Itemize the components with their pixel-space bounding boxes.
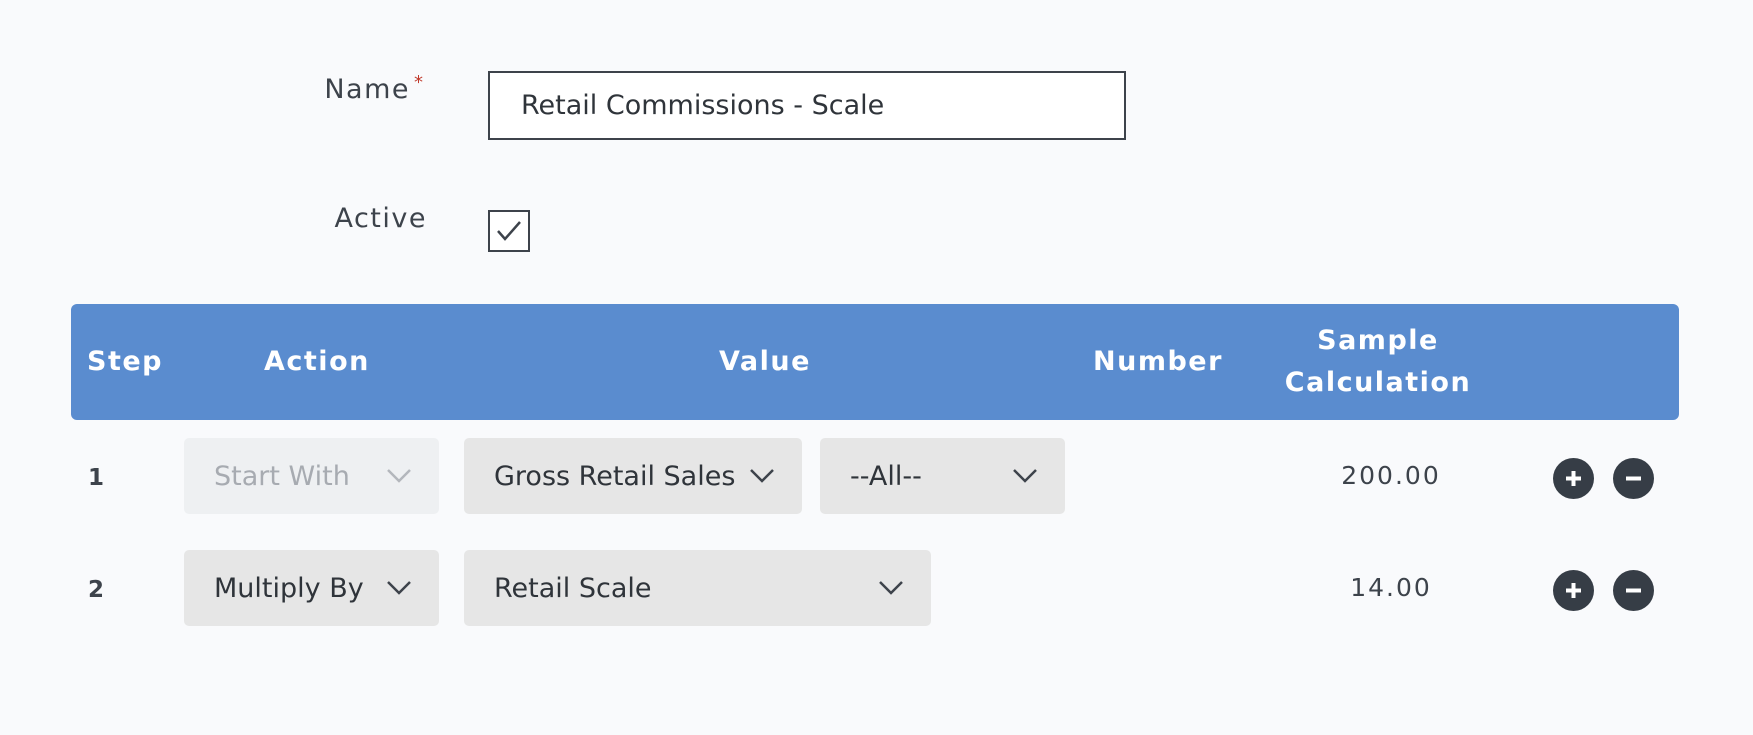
plus-icon [1566,583,1581,598]
step-number: 1 [88,465,106,491]
header-value: Value [719,346,811,377]
chevron-down-icon [387,469,411,483]
sample-calculation-value: 200.00 [1341,461,1441,490]
value-filter-value: --All-- [850,460,922,492]
header-sample-line1: Sample [1317,325,1439,356]
name-label: Name * [324,72,423,105]
add-step-button[interactable] [1553,458,1594,499]
minus-icon [1626,588,1641,593]
table-header: Step Action Value Number Sample Calculat… [71,304,1679,420]
active-checkbox[interactable] [488,210,530,252]
header-number: Number [1093,346,1223,377]
plus-icon [1566,471,1581,486]
value-select[interactable]: Retail Scale [464,550,931,626]
value-filter-select[interactable]: --All-- [820,438,1065,514]
sample-calculation-value: 14.00 [1350,573,1432,602]
value-select[interactable]: Gross Retail Sales [464,438,802,514]
action-select-value: Multiply By [214,572,364,604]
value-select-value: Gross Retail Sales [494,460,736,492]
action-select-value: Start With [214,460,350,492]
chevron-down-icon [750,469,774,483]
checkmark-icon [497,221,521,241]
header-action: Action [264,346,370,377]
chevron-down-icon [879,581,903,595]
name-input[interactable] [488,71,1126,140]
required-marker: * [414,72,423,93]
chevron-down-icon [1013,469,1037,483]
add-step-button[interactable] [1553,570,1594,611]
name-label-text: Name [324,74,410,105]
header-step: Step [87,346,163,377]
header-sample-line2: Calculation [1284,367,1472,398]
header-sample-calculation: Sample Calculation [1283,320,1473,404]
value-select-value: Retail Scale [494,572,652,604]
action-select: Start With [184,438,439,514]
active-label: Active [334,203,427,234]
remove-step-button[interactable] [1613,570,1654,611]
step-number: 2 [88,577,106,603]
minus-icon [1626,476,1641,481]
remove-step-button[interactable] [1613,458,1654,499]
chevron-down-icon [387,581,411,595]
action-select[interactable]: Multiply By [184,550,439,626]
